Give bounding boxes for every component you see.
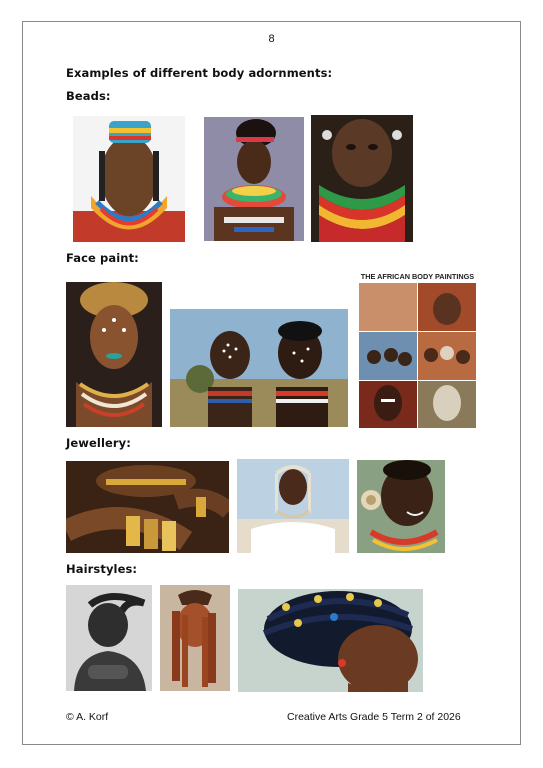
hairstyles-photo-bw-man	[66, 585, 152, 691]
hairstyles-photo-himba	[160, 585, 230, 691]
page-number: 8	[268, 33, 275, 45]
jewellery-heading: Jewellery:	[66, 436, 131, 450]
beads-photo-elder	[311, 115, 413, 242]
footer-course-info: Creative Arts Grade 5 Term 2 of 2026	[287, 711, 461, 723]
footer-copyright: © A. Korf	[66, 711, 109, 723]
jewellery-photo-headpiece	[237, 459, 349, 553]
face-paint-photo-woman	[66, 282, 162, 427]
jewellery-photo-gold-bangles	[66, 461, 229, 553]
face-paint-photo-two-boys	[170, 309, 348, 427]
intro-heading: Examples of different body adornments:	[66, 66, 333, 80]
hairstyles-heading: Hairstyles:	[66, 562, 138, 576]
hairstyles-photo-braids	[238, 589, 423, 692]
beads-photo-headdress	[73, 116, 185, 242]
jewellery-photo-earring-girl	[357, 460, 445, 553]
face-paint-heading: Face paint:	[66, 251, 139, 265]
face-paint-collage: THE AFRICAN BODY PAINTINGS	[359, 271, 476, 428]
collage-title: THE AFRICAN BODY PAINTINGS	[359, 271, 476, 282]
beads-photo-collar-girl	[204, 117, 304, 241]
beads-heading: Beads:	[66, 89, 111, 103]
